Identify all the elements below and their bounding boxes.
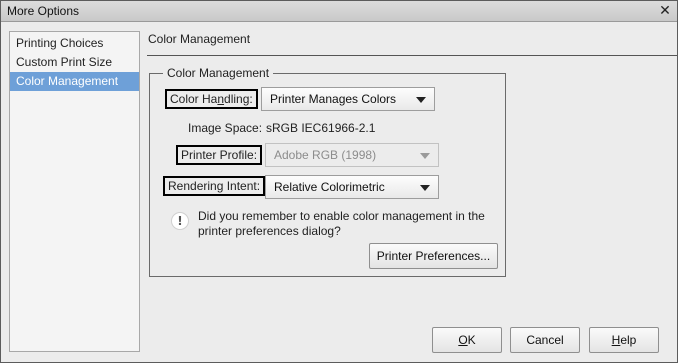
panel-title: Color Management bbox=[148, 32, 251, 46]
ok-label-rest: K bbox=[467, 333, 476, 347]
rendering-intent-label: Rendering Intent: bbox=[163, 176, 266, 196]
color-handling-dropdown[interactable]: Printer Manages Colors bbox=[261, 87, 435, 111]
chevron-down-icon bbox=[416, 97, 426, 103]
sidebar-item-custom-print-size[interactable]: Custom Print Size bbox=[10, 53, 139, 72]
color-handling-label: Color Handling: bbox=[165, 89, 258, 109]
color-handling-label-part1: Color Ha bbox=[170, 92, 218, 106]
chevron-down-icon bbox=[420, 153, 430, 159]
color-handling-label-part2: dling: bbox=[224, 92, 253, 106]
help-button[interactable]: Help bbox=[589, 327, 659, 353]
rendering-intent-dropdown[interactable]: Relative Colorimetric bbox=[265, 175, 439, 199]
image-space-label: Image Space: bbox=[188, 121, 263, 135]
ok-mnemonic: O bbox=[458, 333, 468, 347]
printer-profile-value: Adobe RGB (1998) bbox=[274, 148, 377, 162]
printer-profile-label: Printer Profile: bbox=[176, 145, 263, 165]
title-bar[interactable]: More Options ✕ bbox=[1, 1, 677, 22]
printer-preferences-button[interactable]: Printer Preferences... bbox=[369, 243, 498, 269]
image-space-value: sRGB IEC61966-2.1 bbox=[266, 121, 376, 135]
ok-button[interactable]: OK bbox=[432, 327, 502, 353]
panel-divider bbox=[147, 55, 677, 56]
help-label-rest: elp bbox=[620, 333, 637, 347]
info-icon: ! bbox=[171, 212, 189, 230]
group-title: Color Management bbox=[163, 66, 274, 80]
sidebar-item-printing-choices[interactable]: Printing Choices bbox=[10, 34, 139, 53]
chevron-down-icon bbox=[420, 185, 430, 191]
window-title: More Options bbox=[7, 4, 80, 18]
color-handling-value: Printer Manages Colors bbox=[270, 92, 397, 106]
cancel-button[interactable]: Cancel bbox=[510, 327, 580, 353]
more-options-dialog: More Options ✕ Printing Choices Custom P… bbox=[0, 0, 678, 363]
rendering-intent-value: Relative Colorimetric bbox=[274, 180, 385, 194]
color-management-note: Did you remember to enable color managem… bbox=[198, 209, 485, 238]
printer-profile-dropdown: Adobe RGB (1998) bbox=[265, 143, 439, 167]
sidebar-item-color-management[interactable]: Color Management bbox=[10, 72, 139, 91]
options-sidebar: Printing Choices Custom Print Size Color… bbox=[9, 31, 140, 352]
close-icon[interactable]: ✕ bbox=[657, 3, 673, 19]
